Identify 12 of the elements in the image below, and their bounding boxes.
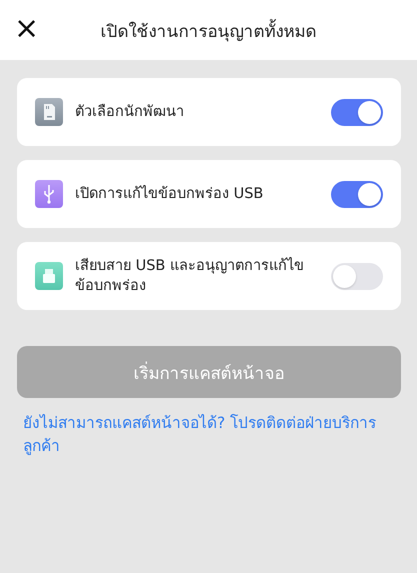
page-title: เปิดใช้งานการอนุญาตทั้งหมด: [100, 16, 316, 44]
setting-label: เปิดการแก้ไขข้อบกพร่อง USB: [75, 184, 264, 204]
setting-label: เสียบสาย USB และอนุญาตการแก้ไขข้อบกพร่อง: [75, 256, 305, 296]
usb-icon: [35, 180, 63, 208]
support-link[interactable]: ยังไม่สามารถแคสต์หน้าจอได้? โปรดติดต่อฝ่ายบริการลูกค้า: [17, 412, 401, 458]
setting-label: ตัวเลือกนักพัฒนา: [75, 102, 185, 122]
close-button[interactable]: ×: [10, 14, 44, 44]
toggle-switch[interactable]: [331, 262, 383, 290]
toggle-switch[interactable]: [331, 180, 383, 208]
usb-plug-icon: [35, 262, 63, 290]
toggle-switch[interactable]: [331, 98, 383, 126]
sd-card-icon: [35, 98, 63, 126]
